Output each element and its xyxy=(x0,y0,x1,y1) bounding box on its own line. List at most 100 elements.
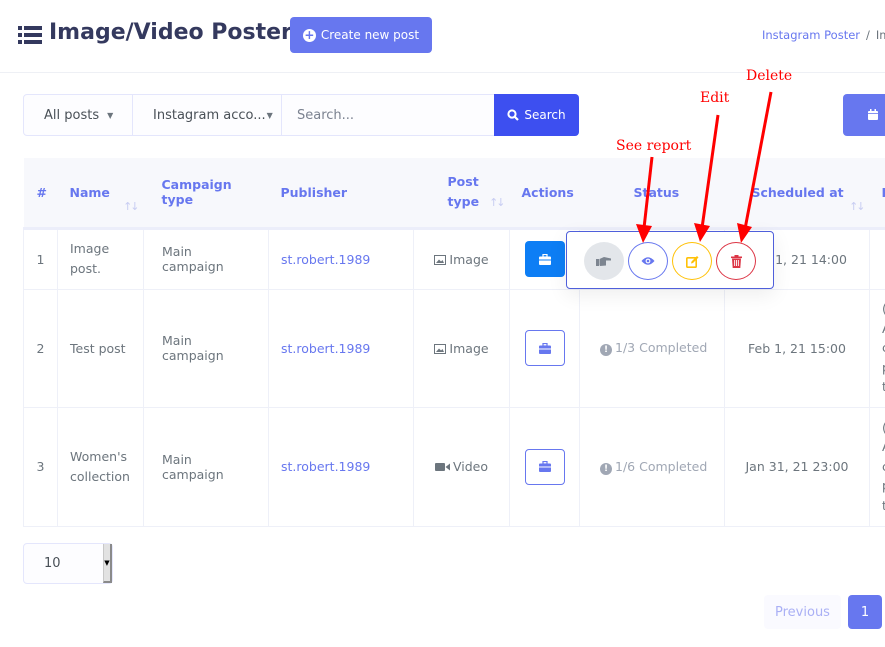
search-button[interactable]: Search xyxy=(494,94,579,136)
edit-icon xyxy=(685,255,698,268)
post-filter-value: All posts xyxy=(44,107,100,123)
video-icon xyxy=(434,463,450,471)
search-button-label: Search xyxy=(524,108,566,122)
page-length-value: 10 xyxy=(44,556,61,571)
sort-icon[interactable]: ↑↓ xyxy=(123,200,140,213)
hand-pointer-button[interactable] xyxy=(584,242,624,280)
create-new-post-button[interactable]: + Create new post xyxy=(290,17,432,53)
breadcrumb-separator: / xyxy=(866,28,870,42)
eye-icon xyxy=(641,257,655,265)
exclamation-circle-icon: ! xyxy=(600,462,612,475)
briefcase-icon xyxy=(539,253,551,265)
top-bar: Image/Video Poster + Create new post Ins… xyxy=(0,0,885,73)
campaign-type: Main campaign xyxy=(143,227,269,290)
caret-down-icon: ▼ xyxy=(266,110,273,120)
actions-cell xyxy=(509,406,580,527)
col-header-scheduled-at[interactable]: Scheduled at ↑↓ xyxy=(724,158,870,230)
post-type-cell: Image xyxy=(413,288,510,408)
actions-button[interactable] xyxy=(525,330,565,366)
col-header-campaign-type: Campaign type xyxy=(143,158,269,230)
scheduled-at: Feb 1, 21 15:00 xyxy=(724,288,870,408)
see-report-button[interactable] xyxy=(628,242,668,280)
row-number: 2 xyxy=(23,288,58,408)
post-name: Women's collection xyxy=(57,406,144,527)
publisher-link[interactable]: st.robert.1989 xyxy=(281,341,370,356)
table-row: 2 Test post Main campaign st.robert.1989… xyxy=(23,288,885,408)
exclamation-circle-icon: ! xyxy=(600,344,612,356)
col-header-status: Status xyxy=(579,158,725,230)
col-header-post-type[interactable]: Post type ↑↓ xyxy=(413,158,510,230)
sort-icon[interactable]: ↑↓ xyxy=(849,200,866,213)
list-icon xyxy=(18,26,42,44)
table-header-row: # Name ↑↓ Campaign type Publisher Post ty… xyxy=(23,158,885,230)
previous-page-button[interactable]: Previous xyxy=(764,595,841,629)
edit-button[interactable] xyxy=(672,242,712,280)
campaign-type: Main campaign xyxy=(143,288,269,408)
col-header-number: # xyxy=(23,158,58,230)
breadcrumb: Instagram Poster / Im xyxy=(762,28,885,42)
briefcase-icon xyxy=(539,342,551,354)
status-text: 1/3 Completed xyxy=(615,340,708,355)
annotation-delete: Delete xyxy=(746,68,793,84)
calendar-button[interactable] xyxy=(843,94,885,136)
sort-icon[interactable]: ↑↓ xyxy=(489,193,506,213)
post-type-label: Image xyxy=(449,251,489,267)
campaign-type: Main campaign xyxy=(143,406,269,527)
annotation-edit: Edit xyxy=(700,90,730,106)
post-type-label: Video xyxy=(452,459,489,474)
create-new-post-label: Create new post xyxy=(320,28,420,42)
status-cell: ! 1/6 Completed xyxy=(579,406,725,527)
col-header-name[interactable]: Name ↑↓ xyxy=(57,158,144,230)
breadcrumb-instagram-poster[interactable]: Instagram Poster xyxy=(762,28,860,42)
trash-icon xyxy=(730,254,742,268)
post-type-cell: Video xyxy=(413,406,510,527)
col-header-actions: Actions xyxy=(509,158,580,230)
search-input[interactable] xyxy=(282,95,494,135)
caret-down-icon: ▼ xyxy=(107,110,114,120)
page-title: Image/Video Poster xyxy=(49,20,292,45)
actions-button[interactable] xyxy=(525,241,565,277)
search-icon xyxy=(507,109,520,121)
filter-bar: All posts ▼ Instagram acco... ▼ Search xyxy=(23,94,579,136)
calendar-icon xyxy=(868,109,878,120)
publisher-link[interactable]: st.robert.1989 xyxy=(281,252,370,267)
posts-table: # Name ↑↓ Campaign type Publisher Post ty… xyxy=(23,158,885,527)
post-name: Test post xyxy=(57,288,144,408)
post-name: Image post. xyxy=(57,227,144,290)
actions-popover xyxy=(566,231,774,289)
briefcase-icon xyxy=(539,461,551,472)
actions-button[interactable] xyxy=(525,448,565,485)
pagination: Previous 1 xyxy=(764,595,882,629)
table-row: 3 Women's collection Main campaign st.ro… xyxy=(23,406,885,527)
post-type-cell: Image xyxy=(413,227,510,290)
image-icon xyxy=(434,254,447,265)
publisher-cell: st.robert.1989 xyxy=(268,227,414,290)
delete-button[interactable] xyxy=(716,242,756,280)
account-filter-value: Instagram acco... xyxy=(153,107,266,123)
account-filter-dropdown[interactable]: Instagram acco... ▼ xyxy=(133,95,282,135)
status-cell: ! 1/3 Completed xyxy=(579,288,725,408)
publisher-cell: st.robert.1989 xyxy=(268,288,414,408)
post-type-label: Image xyxy=(449,340,489,356)
extra-cell xyxy=(869,227,885,290)
col-header-publisher: Publisher xyxy=(268,158,414,230)
hand-pointer-icon xyxy=(596,256,611,266)
page-length-select[interactable]: 10 ▼ xyxy=(23,543,113,584)
publisher-link[interactable]: st.robert.1989 xyxy=(281,459,370,474)
annotation-see-report: See report xyxy=(616,138,692,154)
extra-cell: (Acpt xyxy=(869,288,885,408)
extra-cell: (Acpt xyxy=(869,406,885,527)
publisher-cell: st.robert.1989 xyxy=(268,406,414,527)
row-number: 3 xyxy=(23,406,58,527)
scheduled-at: Jan 31, 21 23:00 xyxy=(724,406,870,527)
plus-circle-icon: + xyxy=(302,27,316,42)
col-header-extra: E xyxy=(869,158,885,230)
row-number: 1 xyxy=(23,227,58,290)
status-text: 1/6 Completed xyxy=(615,458,708,474)
breadcrumb-current: Im xyxy=(875,28,885,42)
page-1-button[interactable]: 1 xyxy=(848,595,882,629)
select-arrow-icon[interactable]: ▼ xyxy=(103,544,112,583)
post-filter-dropdown[interactable]: All posts ▼ xyxy=(24,95,133,135)
actions-cell xyxy=(509,288,580,408)
image-icon xyxy=(434,343,447,354)
